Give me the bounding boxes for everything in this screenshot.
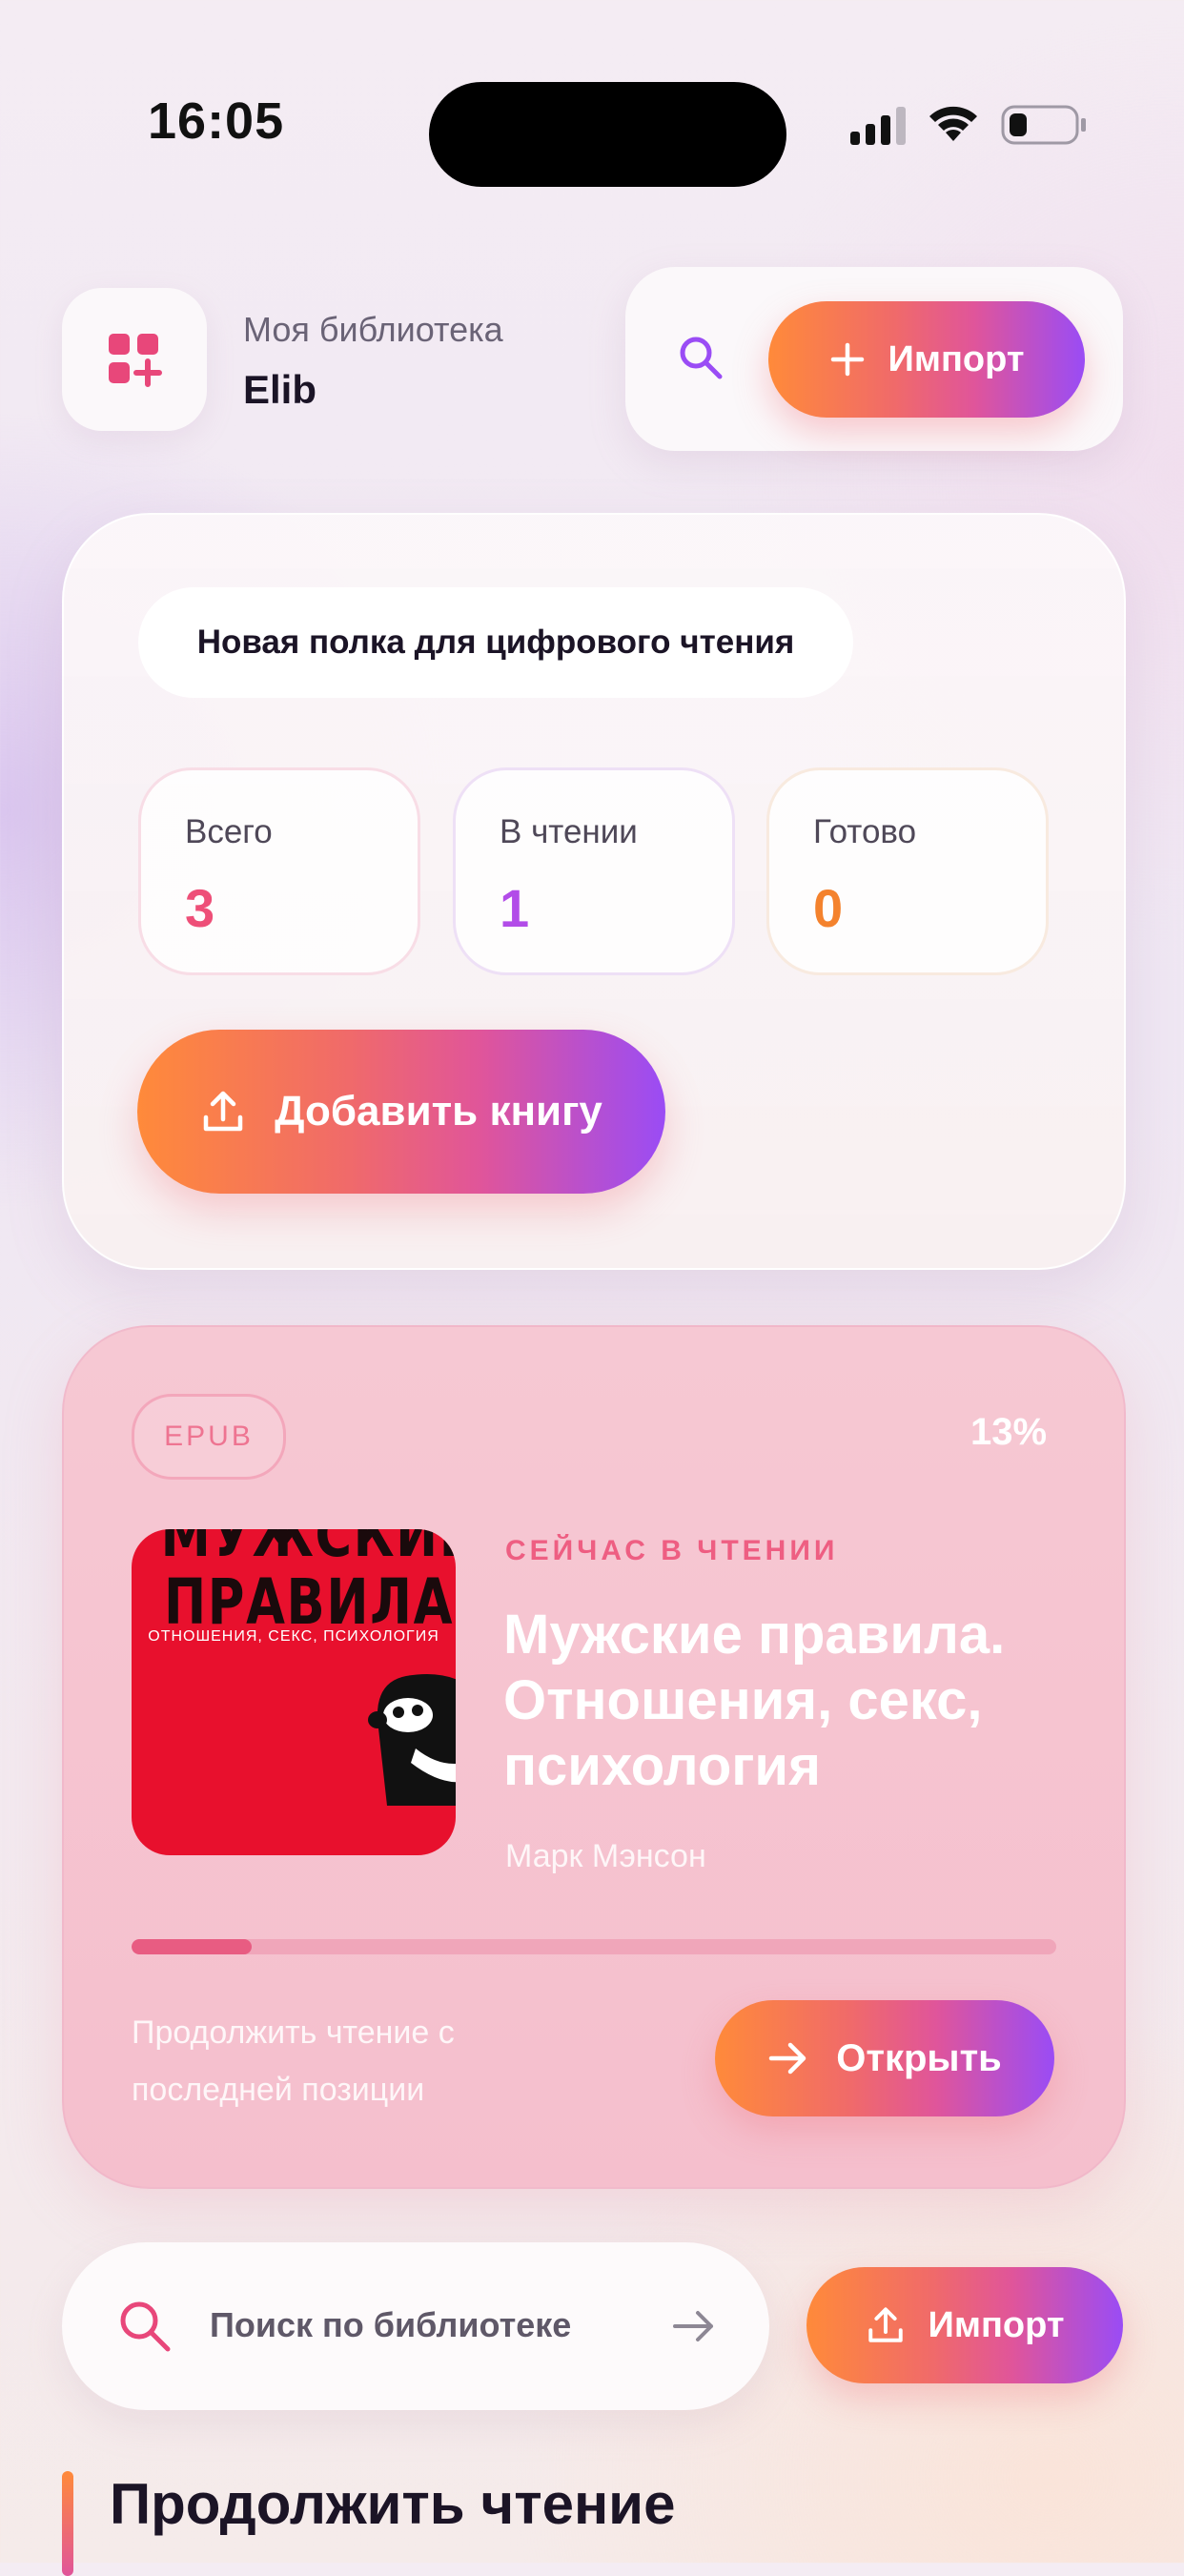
search-icon xyxy=(120,2301,171,2352)
open-book-button[interactable]: Открыть xyxy=(715,2000,1054,2116)
library-menu-button[interactable] xyxy=(62,288,207,431)
wifi-icon xyxy=(929,106,977,141)
battery-icon xyxy=(1001,105,1086,145)
upload-icon xyxy=(203,1091,243,1132)
status-time: 16:05 xyxy=(148,92,285,150)
import-secondary-label: Импорт xyxy=(928,2304,1065,2345)
continue-hint: Продолжить чтение с последней позиции xyxy=(132,2014,455,2108)
stat-total-value: 3 xyxy=(185,878,215,938)
cellular-signal-icon xyxy=(850,107,906,145)
reading-progress-fill xyxy=(132,1939,253,1954)
book-author: Марк Мэнсон xyxy=(505,1838,706,1874)
stat-total: Всего 3 xyxy=(138,767,420,975)
section-accent-bar xyxy=(62,2471,73,2576)
reading-progress-bar xyxy=(132,1939,1056,1954)
upload-icon xyxy=(868,2307,903,2342)
add-book-label: Добавить книгу xyxy=(275,1088,602,1135)
stat-done-value: 0 xyxy=(813,878,844,938)
stat-reading-value: 1 xyxy=(500,878,530,938)
cover-illustration xyxy=(368,1674,456,1806)
shelf-label: Новая полка для цифрового чтения xyxy=(138,587,853,698)
search-button[interactable] xyxy=(667,324,734,391)
stat-reading-label: В чтении xyxy=(500,813,638,850)
header-subtitle: Моя библиотека xyxy=(243,310,503,349)
cover-subtitle: ОТНОШЕНИЯ, СЕКС, ПСИХОЛОГИЯ xyxy=(148,1628,439,1645)
arrow-right-icon xyxy=(769,2042,806,2075)
import-button[interactable]: Импорт xyxy=(768,301,1085,418)
grid-add-icon xyxy=(109,334,162,387)
format-badge: EPUB xyxy=(132,1394,286,1480)
add-book-button[interactable]: Добавить книгу xyxy=(137,1030,665,1194)
dynamic-island xyxy=(429,82,786,187)
arrow-right-icon[interactable] xyxy=(667,2300,721,2353)
import-button-secondary[interactable]: Импорт xyxy=(806,2267,1123,2383)
stat-done-label: Готово xyxy=(813,813,917,850)
plus-icon xyxy=(830,342,864,377)
stat-done: Готово 0 xyxy=(766,767,1049,975)
section-title: Продолжить чтение xyxy=(110,2472,676,2536)
import-button-label: Импорт xyxy=(888,338,1025,379)
progress-percent: 13% xyxy=(970,1411,1048,1453)
now-reading-label: СЕЙЧАС В ЧТЕНИИ xyxy=(505,1535,839,1566)
stat-total-label: Всего xyxy=(185,813,273,850)
open-button-label: Открыть xyxy=(836,2036,1002,2079)
book-cover[interactable]: МУЖСКИЕ ПРАВИЛА ОТНОШЕНИЯ, СЕКС, ПСИХОЛО… xyxy=(132,1529,456,1855)
search-placeholder: Поиск по библиотеке xyxy=(210,2305,572,2344)
search-icon xyxy=(680,337,723,379)
book-title: Мужские правила. Отношения, секс, психол… xyxy=(503,1604,1006,1797)
stat-reading: В чтении 1 xyxy=(453,767,735,975)
app-title: Elib xyxy=(243,367,317,412)
